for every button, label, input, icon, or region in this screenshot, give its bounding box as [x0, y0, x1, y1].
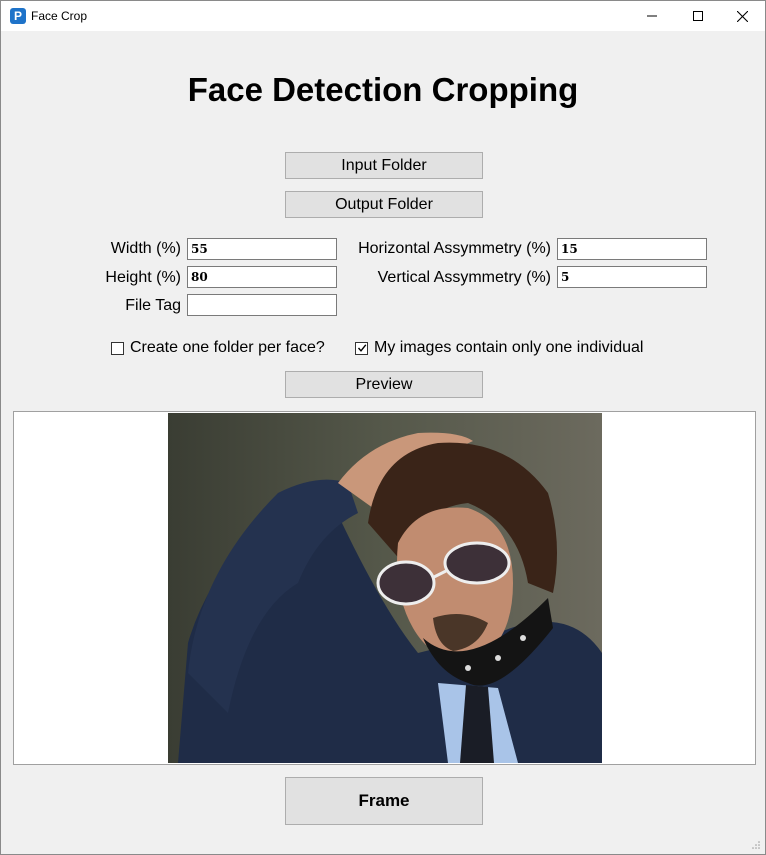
width-field[interactable]	[187, 238, 337, 260]
height-field[interactable]	[187, 266, 337, 288]
file-tag-label: File Tag	[125, 297, 181, 314]
height-label: Height (%)	[105, 269, 181, 286]
close-icon	[736, 10, 748, 22]
app-icon: P	[10, 8, 26, 24]
folder-per-face-option[interactable]: Create one folder per face?	[111, 339, 325, 357]
page-title: Face Detection Cropping	[187, 71, 579, 108]
folder-per-face-label: Create one folder per face?	[130, 339, 325, 356]
output-folder-button[interactable]: Output Folder	[285, 191, 483, 218]
input-folder-button[interactable]: Input Folder	[285, 152, 483, 179]
minimize-icon	[647, 15, 657, 17]
maximize-icon	[693, 11, 703, 21]
portrait-illustration	[168, 413, 602, 763]
vertical-asymmetry-field[interactable]	[557, 266, 707, 288]
preview-panel	[13, 411, 756, 765]
width-label: Width (%)	[110, 240, 181, 257]
horizontal-asymmetry-field[interactable]	[557, 238, 707, 260]
minimize-button[interactable]	[629, 1, 675, 31]
folder-per-face-checkbox[interactable]	[111, 341, 124, 355]
resize-grip-icon[interactable]	[751, 840, 761, 850]
person-portrait-photo	[168, 413, 602, 763]
checkmark-icon	[357, 344, 366, 352]
preview-button[interactable]: Preview	[285, 371, 483, 398]
frame-button[interactable]: Frame	[285, 777, 483, 825]
one-individual-option[interactable]: My images contain only one individual	[355, 339, 643, 357]
maximize-button[interactable]	[675, 1, 721, 31]
app-window: P Face Crop Face Detection Cropping Inpu…	[0, 0, 766, 855]
file-tag-field[interactable]	[187, 294, 337, 316]
vertical-asymmetry-label: Vertical Assymmetry (%)	[377, 269, 551, 286]
window-title: Face Crop	[31, 9, 88, 23]
close-button[interactable]	[719, 1, 765, 31]
one-individual-label: My images contain only one individual	[374, 339, 644, 356]
title-bar: P Face Crop	[1, 1, 765, 31]
horizontal-asymmetry-label: Horizontal Assymmetry (%)	[358, 240, 551, 257]
one-individual-checkbox[interactable]	[355, 341, 368, 355]
